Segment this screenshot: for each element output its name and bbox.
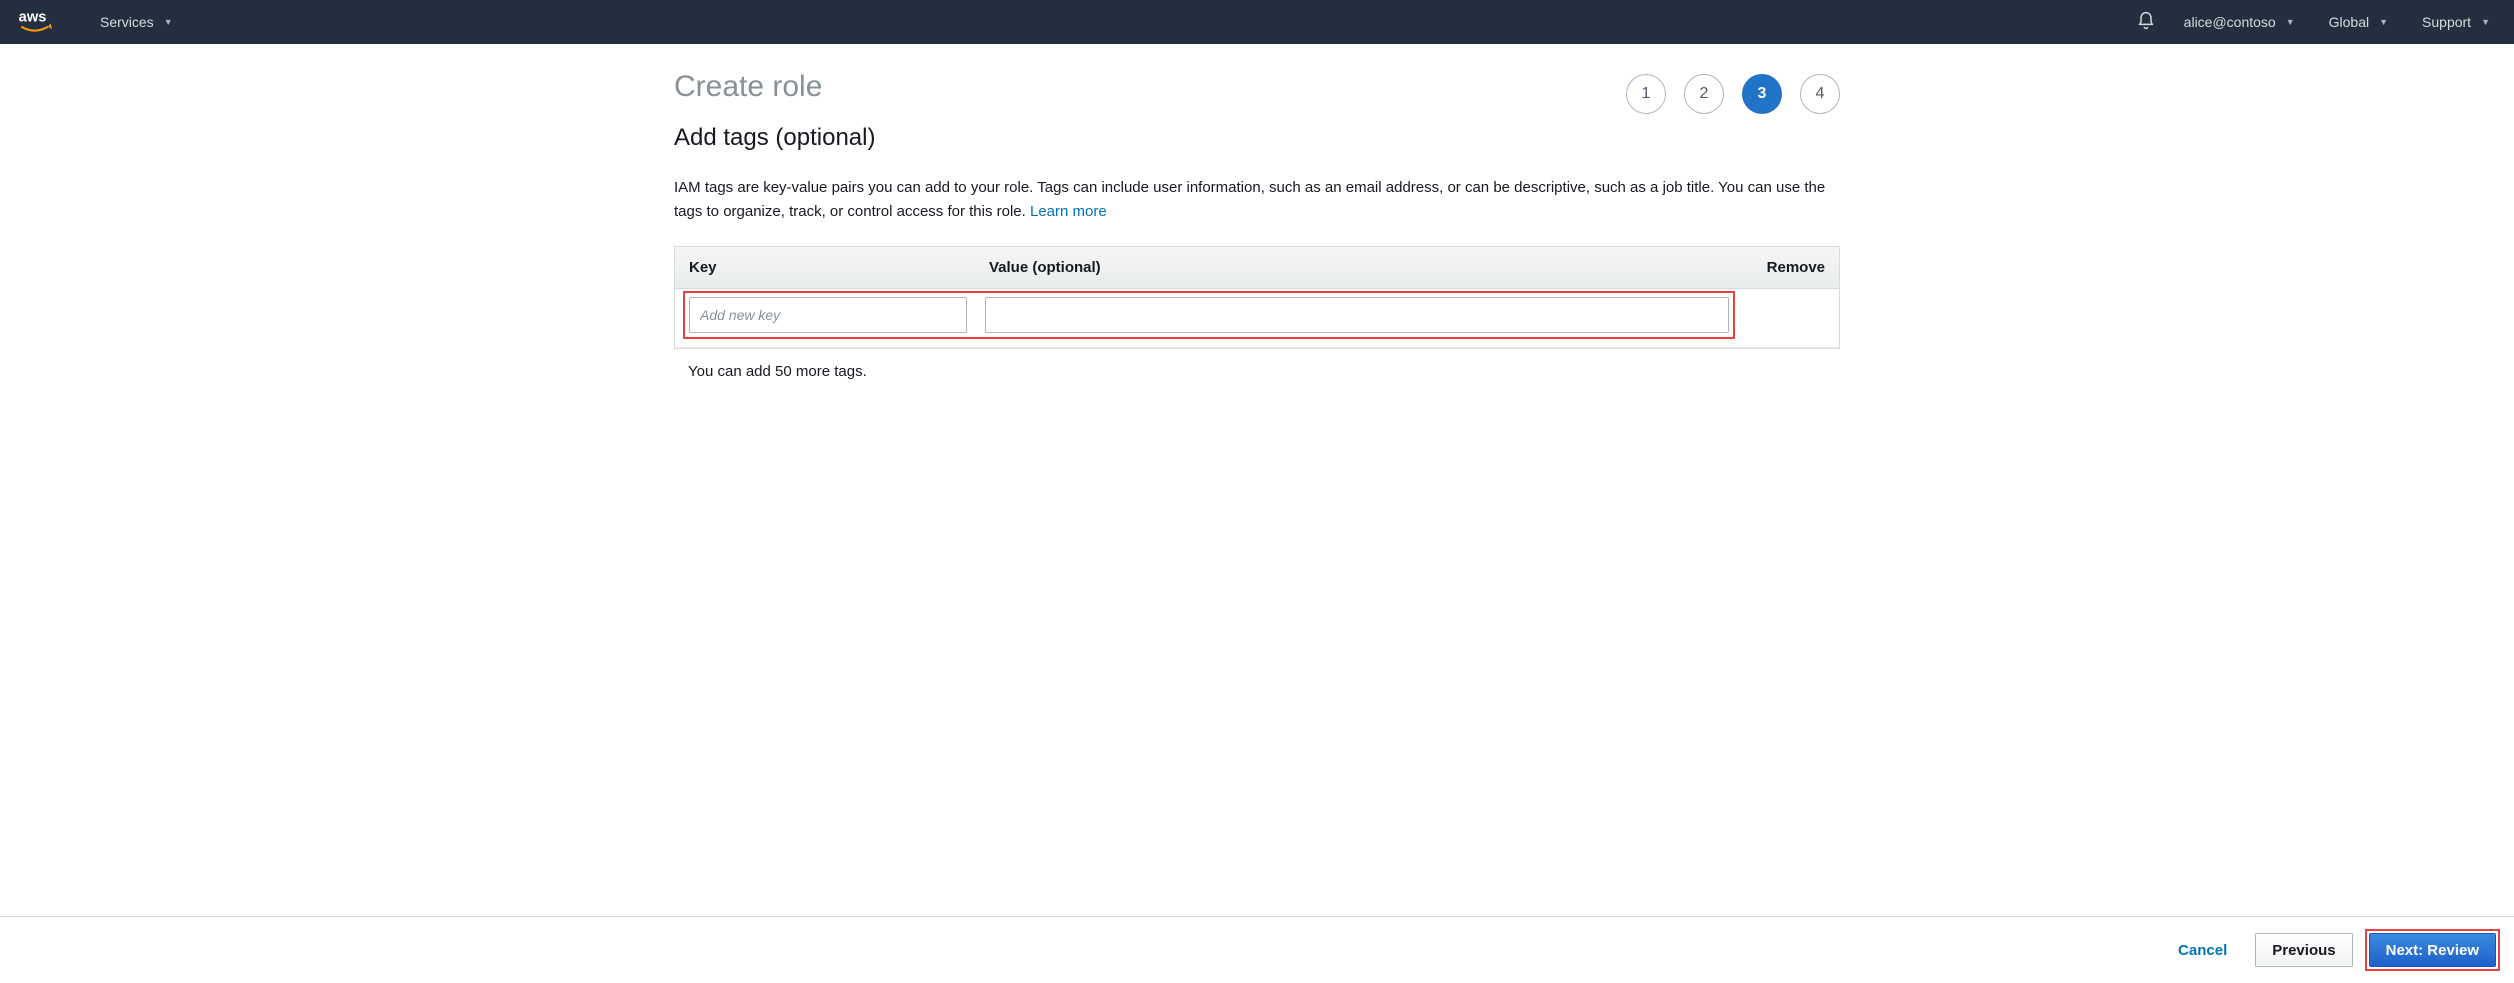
tag-limit-hint: You can add 50 more tags. [688,363,1840,380]
caret-down-icon: ▼ [2481,17,2490,27]
col-header-key: Key [689,259,989,276]
cancel-button[interactable]: Cancel [2162,933,2243,967]
caret-down-icon: ▼ [2286,17,2295,27]
support-menu[interactable]: Support ▼ [2416,0,2496,44]
account-label: alice@contoso [2184,14,2276,30]
col-header-remove: Remove [1735,259,1825,276]
caret-down-icon: ▼ [164,17,173,27]
tag-row [675,289,1839,347]
tag-value-input[interactable] [985,297,1729,333]
page-title: Create role [674,70,875,104]
region-label: Global [2329,14,2369,30]
services-label: Services [100,14,154,30]
tags-header-row: Key Value (optional) Remove [675,247,1839,289]
account-menu[interactable]: alice@contoso ▼ [2178,0,2301,44]
description-text: IAM tags are key-value pairs you can add… [674,176,1840,224]
highlight-annotation: Next: Review [2365,929,2500,971]
col-header-value: Value (optional) [989,259,1735,276]
wizard-footer: Cancel Previous Next: Review [0,916,2514,983]
step-2[interactable]: 2 [1684,74,1724,114]
learn-more-link[interactable]: Learn more [1030,203,1107,220]
description-body: IAM tags are key-value pairs you can add… [674,179,1825,220]
aws-logo[interactable]: aws [18,8,66,36]
support-label: Support [2422,14,2471,30]
tag-key-input[interactable] [689,297,967,333]
services-menu[interactable]: Services ▼ [94,0,179,44]
tags-table: Key Value (optional) Remove [674,246,1840,349]
caret-down-icon: ▼ [2379,17,2388,27]
step-3[interactable]: 3 [1742,74,1782,114]
step-4[interactable]: 4 [1800,74,1840,114]
step-1[interactable]: 1 [1626,74,1666,114]
page-subtitle: Add tags (optional) [674,124,875,152]
region-menu[interactable]: Global ▼ [2323,0,2394,44]
top-nav: aws Services ▼ alice@contoso ▼ Global ▼ … [0,0,2514,44]
next-review-button[interactable]: Next: Review [2369,933,2496,967]
notifications-icon[interactable] [2136,11,2156,34]
wizard-steps: 1 2 3 4 [1626,74,1840,114]
svg-text:aws: aws [19,9,47,25]
previous-button[interactable]: Previous [2255,933,2352,967]
